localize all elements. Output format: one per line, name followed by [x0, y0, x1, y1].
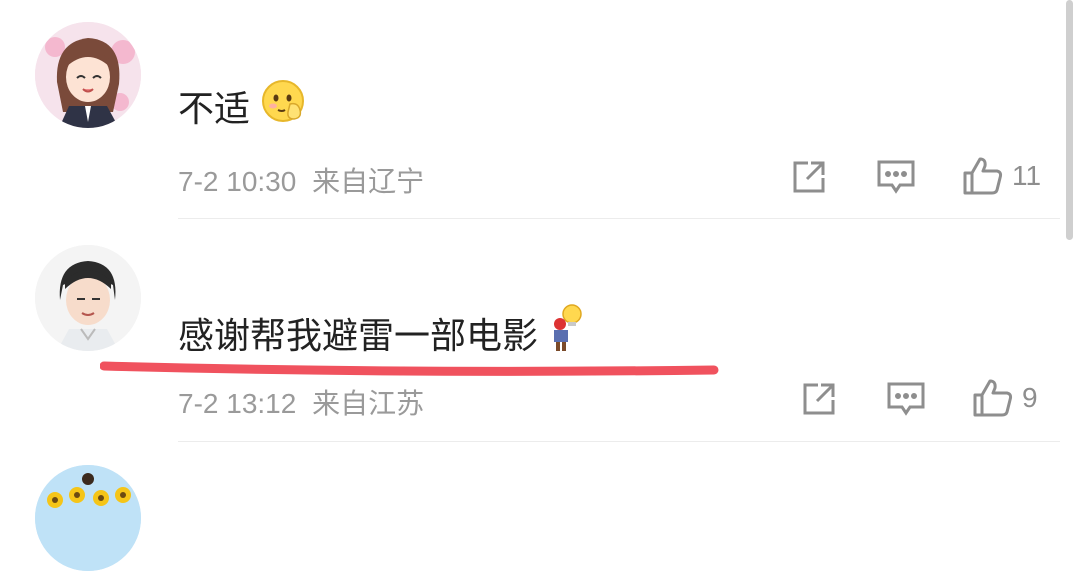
avatar[interactable] [35, 22, 141, 128]
thumbs-up-icon [972, 378, 1014, 418]
comment-item: 不适 7-2 10:30 来自辽宁 11 [0, 0, 1060, 220]
comment-text: 不适 [178, 78, 306, 133]
emoji-bulb-person-icon [548, 304, 588, 361]
comment-text-content: 不适 [178, 88, 251, 130]
reply-button[interactable] [886, 380, 926, 418]
comment-meta: 7-2 13:12 来自江苏 [178, 382, 424, 422]
share-button[interactable] [790, 158, 828, 196]
like-count: 9 [1022, 382, 1038, 413]
like-button[interactable]: 9 [972, 378, 1038, 418]
divider [178, 441, 1060, 442]
share-icon [790, 158, 828, 196]
comment-text-content: 感谢帮我避雷一部电影 [178, 315, 539, 357]
like-count: 11 [1012, 160, 1042, 191]
emoji-shy-icon [260, 78, 306, 133]
thumbs-up-icon [962, 156, 1004, 196]
comment-item: 感谢帮我避雷一部电影 7-2 13:12 来自江苏 9 [0, 220, 1060, 442]
comment-icon [886, 380, 926, 418]
avatar[interactable] [35, 465, 141, 571]
comment-location: 来自辽宁 [312, 166, 425, 197]
comment-text: 感谢帮我避雷一部电影 [178, 304, 588, 361]
scrollbar[interactable] [1066, 0, 1073, 240]
reply-button[interactable] [876, 158, 916, 196]
comment-location: 来自江苏 [312, 388, 425, 419]
divider [178, 218, 1060, 219]
avatar[interactable] [35, 245, 141, 351]
comment-icon [876, 158, 916, 196]
red-underline-mark [100, 361, 719, 376]
comment-timestamp: 7-2 13:12 [178, 388, 297, 419]
like-button[interactable]: 11 [962, 156, 1041, 196]
comment-meta: 7-2 10:30 来自辽宁 [178, 160, 424, 200]
share-icon [800, 380, 838, 418]
comment-timestamp: 7-2 10:30 [178, 166, 297, 197]
share-button[interactable] [800, 380, 838, 418]
